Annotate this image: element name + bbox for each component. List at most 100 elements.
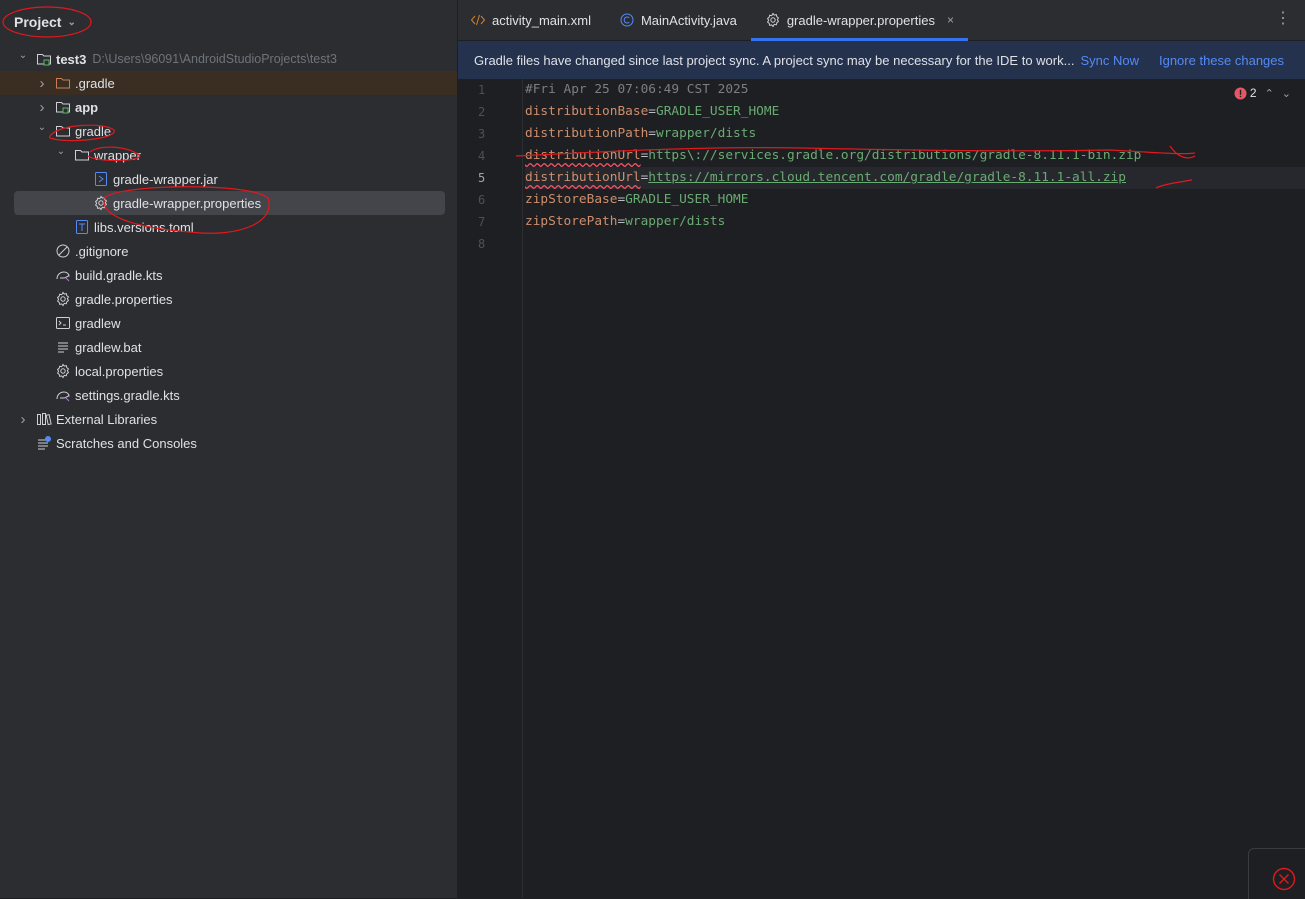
tree-item[interactable]: Scratches and Consoles (0, 431, 457, 455)
editor-area: activity_main.xml MainActivity.java gradle… (458, 0, 1305, 899)
property-key: zipStorePath (525, 214, 618, 229)
line-number: 1 (478, 83, 486, 97)
code-line[interactable]: zipStoreBase=GRADLE_USER_HOME (525, 189, 1305, 211)
gradle-kts-icon (55, 267, 71, 283)
tree-item-label: build.gradle.kts (75, 267, 163, 283)
banner-message: Gradle files have changed since last pro… (474, 52, 1075, 68)
code-line[interactable]: distributionPath=wrapper/dists (525, 123, 1305, 145)
tree-item[interactable]: gradlew.bat (0, 335, 457, 359)
project-tool-window: Project ⌄ ⌄ test3 D:\Users\96091\AndroidSt… (0, 0, 458, 898)
property-key: zipStoreBase (525, 192, 618, 207)
folder-icon (74, 147, 90, 163)
tree-item[interactable]: › app (0, 95, 457, 119)
tree-item[interactable]: gradle-wrapper.properties (14, 191, 445, 215)
chevron-right-icon[interactable]: › (16, 411, 30, 428)
tree-item[interactable]: ⌄ test3 D:\Users\96091\AndroidStudioProjec… (0, 47, 457, 71)
tree-item[interactable]: libs.versions.toml (0, 215, 457, 239)
code-line[interactable]: #Fri Apr 25 07:06:49 CST 2025 (525, 79, 1305, 101)
code-lines[interactable]: #Fri Apr 25 07:06:49 CST 2025 distributio… (525, 79, 1305, 255)
code-line[interactable]: distributionUrl=https://mirrors.cloud.te… (525, 167, 1305, 189)
tree-item[interactable]: › External Libraries (0, 407, 457, 431)
library-icon (36, 411, 52, 427)
ignore-file-icon (55, 243, 71, 259)
tree-item[interactable]: › .gradle (0, 71, 457, 95)
tree-item-label: app (75, 99, 99, 115)
property-value: https\://services.gradle.org/distributio… (648, 148, 1142, 163)
editor-tab[interactable]: MainActivity.java (605, 0, 751, 40)
close-tab-icon[interactable]: × (947, 13, 954, 27)
tab-label: activity_main.xml (492, 12, 591, 28)
tab-label: gradle-wrapper.properties (786, 12, 935, 28)
scratches-icon (36, 435, 52, 451)
xml-icon (470, 12, 486, 28)
tree-item-label: Scratches and Consoles (56, 435, 197, 451)
tree-item[interactable]: local.properties (0, 359, 457, 383)
line-number: 5 (478, 171, 486, 185)
tree-item[interactable]: build.gradle.kts (0, 263, 457, 287)
property-value: https://mirrors.cloud.tencent.com/gradle… (648, 170, 1126, 185)
line-number: 8 (478, 237, 486, 251)
class-icon (619, 12, 635, 28)
gradle-kts-icon (55, 387, 71, 403)
equals-sign: = (648, 126, 656, 141)
tree-item-label: libs.versions.toml (94, 219, 194, 235)
chevron-right-icon[interactable]: › (35, 99, 49, 116)
tree-item-label: gradle.properties (75, 291, 173, 307)
comment-text: #Fri Apr 25 07:06:49 CST 2025 (525, 82, 749, 97)
tree-item-label: gradle (75, 123, 112, 139)
tree-item-label: .gradle (75, 75, 115, 91)
toml-file-icon (74, 219, 90, 235)
tree-item[interactable]: ⌄ wrapper (0, 143, 457, 167)
code-line[interactable] (525, 233, 1305, 255)
equals-sign: = (648, 104, 656, 119)
editor-tab[interactable]: activity_main.xml (458, 0, 605, 40)
more-options-icon[interactable]: ⋮ (1275, 11, 1291, 27)
tree-item-label: External Libraries (56, 411, 158, 427)
tree-item-label: test3 (56, 51, 87, 67)
module-folder-icon (55, 99, 71, 115)
tab-label: MainActivity.java (640, 12, 737, 28)
project-tree: ⌄ test3 D:\Users\96091\AndroidStudioProjec… (0, 47, 457, 455)
tree-item[interactable]: gradle-wrapper.jar (0, 167, 457, 191)
property-value: GRADLE_USER_HOME (625, 192, 749, 207)
property-key: distributionUrl (525, 170, 641, 185)
property-value: wrapper/dists (625, 214, 726, 229)
code-line[interactable]: distributionUrl=https\://services.gradle… (525, 145, 1305, 167)
tree-item[interactable]: gradlew (0, 311, 457, 335)
tree-item[interactable]: .gitignore (0, 239, 457, 263)
ignore-changes-link[interactable]: Ignore these changes (1159, 53, 1284, 68)
equals-sign: = (617, 214, 626, 229)
line-number: 4 (478, 149, 486, 163)
project-title: Project (14, 14, 62, 30)
code-editor[interactable]: 1 2 3 4 5 6 7 8 #Fri Apr 25 07:06:49 CST 2025 di… (458, 79, 1305, 898)
close-circle-icon[interactable] (1271, 866, 1297, 892)
chevron-right-icon[interactable]: › (35, 75, 49, 92)
line-number: 3 (478, 127, 486, 141)
tree-item[interactable]: ⌄ gradle (0, 119, 457, 143)
property-key: distributionBase (525, 104, 649, 119)
project-view-selector[interactable]: Project ⌄ (0, 0, 457, 44)
chevron-down-icon[interactable]: ⌄ (35, 122, 49, 133)
line-number: 6 (478, 193, 486, 207)
tree-item[interactable]: settings.gradle.kts (0, 383, 457, 407)
chevron-down-icon[interactable]: ⌄ (54, 146, 68, 157)
module-folder-icon (36, 51, 52, 67)
chevron-down-icon[interactable]: ⌄ (16, 50, 30, 61)
gear-file-icon (55, 363, 71, 379)
gradle-sync-banner: Gradle files have changed since last pro… (458, 41, 1305, 79)
jar-file-icon (93, 171, 109, 187)
property-value: wrapper/dists (656, 126, 757, 141)
code-line[interactable]: zipStorePath=wrapper/dists (525, 211, 1305, 233)
tree-item-label: gradlew (75, 315, 121, 331)
tree-item[interactable]: gradle.properties (0, 287, 457, 311)
tree-item-label: wrapper (94, 147, 141, 163)
folder-icon (55, 123, 71, 139)
code-line[interactable]: distributionBase=GRADLE_USER_HOME (525, 101, 1305, 123)
editor-tab[interactable]: gradle-wrapper.properties × (750, 0, 969, 41)
sync-now-link[interactable]: Sync Now (1080, 53, 1139, 68)
gear-file-icon (93, 195, 109, 211)
chevron-down-icon: ⌄ (67, 16, 76, 28)
gear-icon (765, 12, 781, 28)
equals-sign: = (617, 192, 626, 207)
folder-orange-icon (55, 75, 71, 91)
